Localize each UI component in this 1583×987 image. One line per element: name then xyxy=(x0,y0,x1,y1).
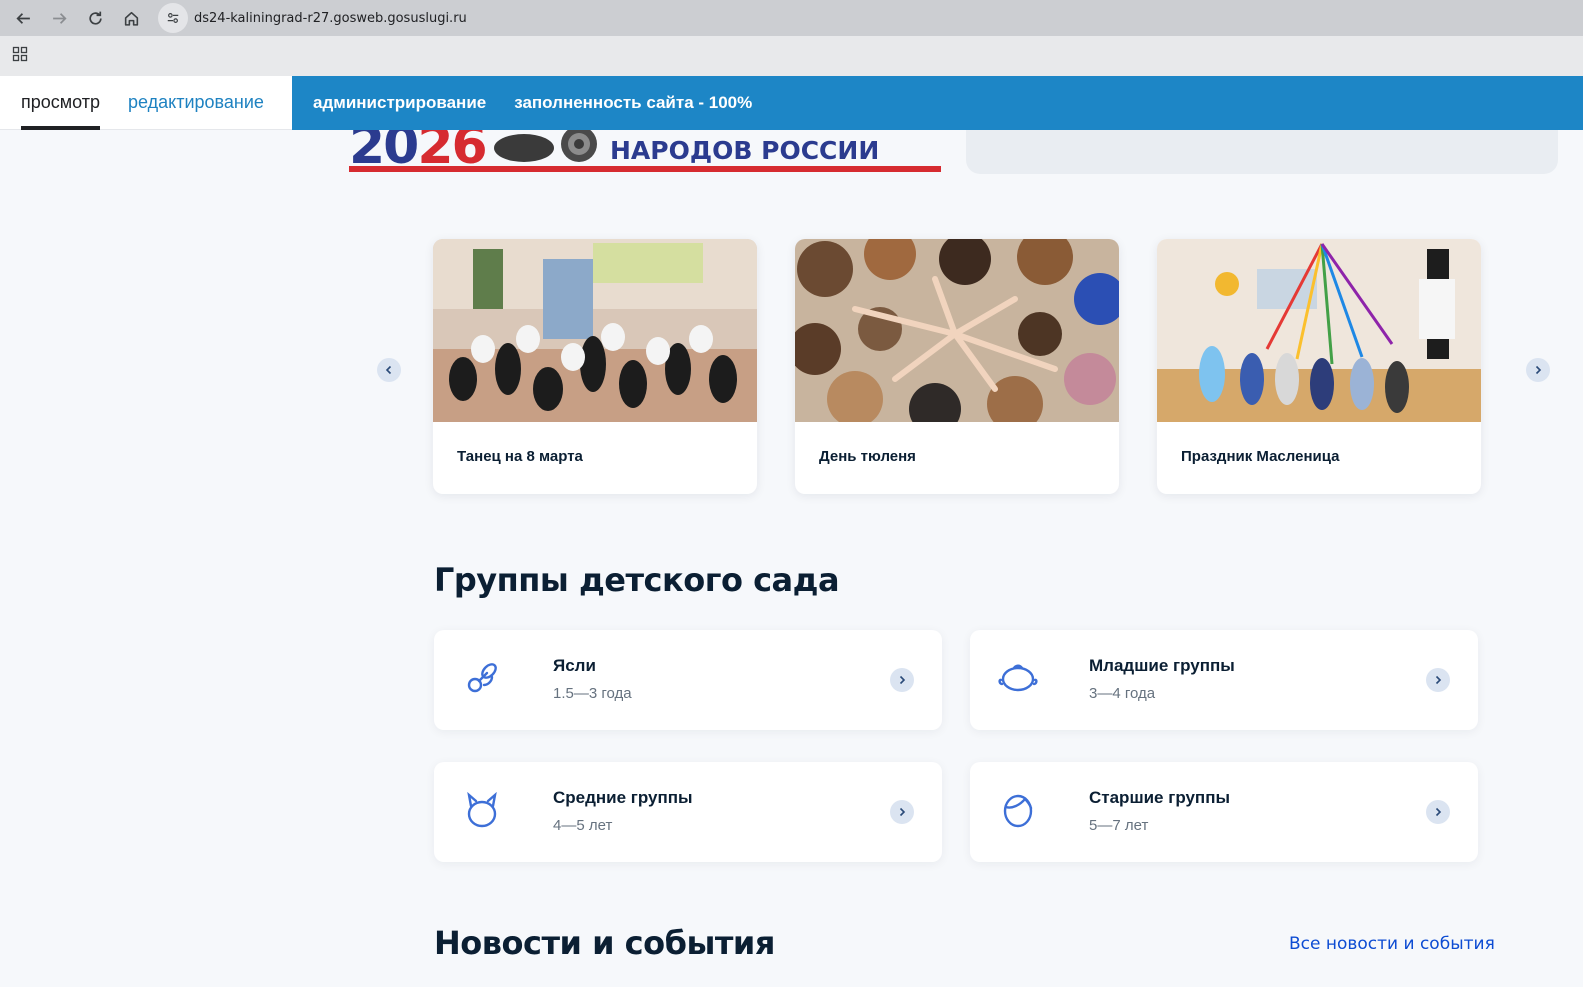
group-open-button[interactable] xyxy=(890,668,914,692)
bookmarks-bar xyxy=(0,36,1583,76)
admin-bar: просмотр редактирование администрировани… xyxy=(0,76,1583,130)
photo-dance xyxy=(433,239,757,422)
group-name: Ясли xyxy=(553,656,596,675)
group-card-senior[interactable]: Старшие группы 5—7 лет xyxy=(970,762,1478,862)
year-banner[interactable]: 2026 НАРОДОВ РОССИИ xyxy=(349,130,941,174)
pacifier-icon xyxy=(467,663,497,693)
forward-icon[interactable] xyxy=(42,1,76,35)
all-news-link[interactable]: Все новости и события xyxy=(1289,934,1495,954)
url-text[interactable]: ds24-kaliningrad-r27.gosweb.gosuslugi.ru xyxy=(194,11,467,26)
kid-face-icon xyxy=(1003,794,1033,828)
site-settings-icon[interactable] xyxy=(158,3,188,33)
banner-secondary[interactable] xyxy=(966,130,1558,174)
carousel-card[interactable]: Танец на 8 марта xyxy=(433,239,757,494)
group-name: Младшие группы xyxy=(1089,656,1235,675)
banner-emblem-icon xyxy=(494,130,597,162)
group-age: 3—4 года xyxy=(1089,685,1156,702)
group-card-junior[interactable]: Младшие группы 3—4 года xyxy=(970,630,1478,730)
back-icon[interactable] xyxy=(6,1,40,35)
news-heading: Новости и события xyxy=(434,924,775,962)
admin-menu: администрирование заполненность сайта - … xyxy=(292,76,1583,130)
address-bar[interactable]: ds24-kaliningrad-r27.gosweb.gosuslugi.ru xyxy=(158,3,1578,33)
group-card-nursery[interactable]: Ясли 1.5—3 года xyxy=(434,630,942,730)
photo-maslenitsa xyxy=(1157,239,1481,422)
group-card-middle[interactable]: Средние группы 4—5 лет xyxy=(434,762,942,862)
carousel-card-title: Танец на 8 марта xyxy=(457,448,583,465)
carousel-card-title: День тюленя xyxy=(819,448,916,465)
carousel-card[interactable]: Праздник Масленица xyxy=(1157,239,1481,494)
mode-switcher: просмотр редактирование xyxy=(0,76,292,130)
banner-text: НАРОДОВ РОССИИ xyxy=(610,136,880,165)
apps-grid-icon[interactable] xyxy=(12,46,28,67)
site-completeness[interactable]: заполненность сайта - 100% xyxy=(514,93,752,113)
chevron-right-icon xyxy=(899,807,906,817)
child-face-icon xyxy=(467,791,497,828)
baby-face-icon xyxy=(998,664,1038,692)
carousel-card[interactable]: День тюленя xyxy=(795,239,1119,494)
carousel-card-title: Праздник Масленица xyxy=(1181,448,1340,465)
group-open-button[interactable] xyxy=(890,800,914,824)
chevron-right-icon xyxy=(1435,675,1442,685)
carousel-prev-button[interactable] xyxy=(377,358,401,382)
carousel-next-button[interactable] xyxy=(1526,358,1550,382)
photo-seal-day xyxy=(795,239,1119,435)
tab-view[interactable]: просмотр xyxy=(21,76,101,130)
chevron-right-icon xyxy=(1435,807,1442,817)
tab-edit[interactable]: редактирование xyxy=(128,92,264,113)
reload-icon[interactable] xyxy=(78,1,112,35)
banner-stripe xyxy=(349,166,941,172)
group-age: 1.5—3 года xyxy=(553,685,632,702)
group-open-button[interactable] xyxy=(1426,668,1450,692)
group-name: Средние группы xyxy=(553,788,693,807)
group-open-button[interactable] xyxy=(1426,800,1450,824)
groups-heading: Группы детского сада xyxy=(434,561,840,599)
chevron-left-icon xyxy=(385,365,392,375)
chevron-right-icon xyxy=(1535,365,1542,375)
home-icon[interactable] xyxy=(114,1,148,35)
group-age: 4—5 лет xyxy=(553,817,613,834)
group-age: 5—7 лет xyxy=(1089,817,1149,834)
group-name: Старшие группы xyxy=(1089,788,1230,807)
admin-link[interactable]: администрирование xyxy=(313,93,486,113)
chevron-right-icon xyxy=(899,675,906,685)
browser-toolbar: ds24-kaliningrad-r27.gosweb.gosuslugi.ru xyxy=(0,0,1583,36)
